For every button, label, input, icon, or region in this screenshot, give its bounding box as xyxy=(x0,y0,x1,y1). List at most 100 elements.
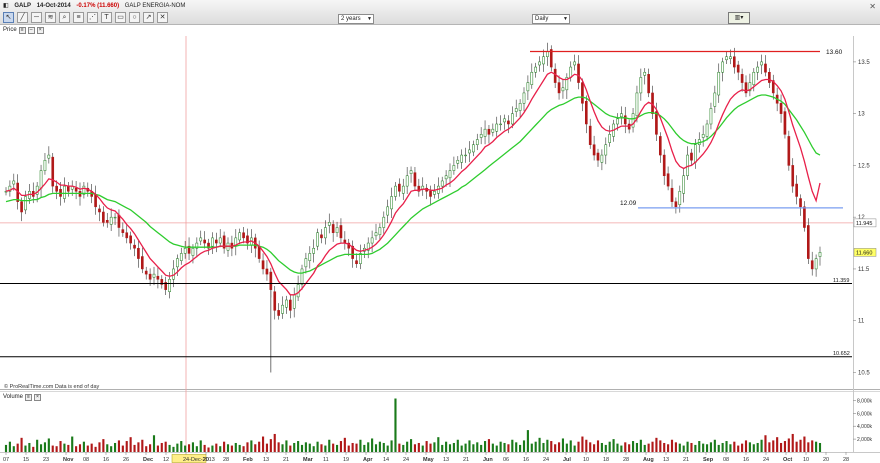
volume-bar xyxy=(616,443,619,452)
volume-axis: 2,000k 4,000k 6,000k 8,000k xyxy=(853,398,873,443)
interval-select[interactable]: Daily ▼ xyxy=(532,14,570,24)
period-select[interactable]: 2 years ▼ xyxy=(338,14,374,24)
volume-bar xyxy=(779,442,783,452)
volume-bar xyxy=(374,444,378,452)
volume-bar xyxy=(180,441,183,452)
candle xyxy=(195,242,199,249)
volume-panel-label: Volume ≡ × xyxy=(3,393,42,402)
volume-bar xyxy=(647,443,650,452)
candle xyxy=(818,252,822,257)
volume-bar xyxy=(324,445,327,452)
candle xyxy=(98,208,101,213)
candle xyxy=(238,232,242,241)
price-chart[interactable]: 13.6012.0911.35910.652 10.51111.51212.51… xyxy=(0,0,880,463)
candle xyxy=(522,92,526,104)
volume-bar xyxy=(141,439,144,452)
volume-bar xyxy=(355,443,358,452)
gann-tool-icon[interactable]: ⋰ xyxy=(87,12,98,23)
candle xyxy=(160,279,164,285)
x-tick-label: 16 xyxy=(743,457,749,463)
candle xyxy=(549,49,553,68)
line-tool-icon[interactable]: ╱ xyxy=(17,12,28,23)
x-tick-label: 24-Dec-2013 xyxy=(183,457,215,463)
volume-bar xyxy=(347,445,350,452)
volume-bar xyxy=(312,446,315,452)
candle xyxy=(530,71,534,85)
text-tool-icon[interactable]: T xyxy=(101,12,112,23)
y-tick-label: 13.5 xyxy=(858,60,870,66)
candle xyxy=(483,128,487,137)
candle xyxy=(573,61,576,66)
volume-bar xyxy=(756,442,759,452)
candle xyxy=(783,111,787,135)
volume-bar xyxy=(526,430,529,452)
volume-bar xyxy=(569,440,572,452)
arrow-tool-icon[interactable]: ↗ xyxy=(143,12,154,23)
candle xyxy=(253,237,257,249)
volume-bar xyxy=(554,444,557,452)
candle xyxy=(59,188,62,197)
candle xyxy=(460,154,464,163)
candle xyxy=(701,134,705,138)
ellipse-tool-icon[interactable]: ○ xyxy=(129,12,140,23)
volume-bar xyxy=(495,445,498,452)
candle xyxy=(744,82,748,94)
candle xyxy=(129,235,132,244)
settings-icon[interactable]: ≡ xyxy=(25,394,33,401)
price-change: -0.17% (11.660) xyxy=(76,3,120,9)
volume-bar xyxy=(199,440,202,452)
volume-bar xyxy=(733,441,736,452)
volume-bar xyxy=(764,435,767,452)
volume-bar xyxy=(316,441,319,452)
y-tick-label: 11.5 xyxy=(858,267,870,273)
zoom-tool-icon[interactable]: ⌕ xyxy=(59,12,70,23)
minimize-icon[interactable]: – xyxy=(27,27,35,34)
candle xyxy=(787,136,791,166)
candle xyxy=(164,282,168,290)
candle xyxy=(795,183,798,197)
candle xyxy=(736,64,740,73)
volume-bar xyxy=(320,444,323,452)
candle xyxy=(31,191,35,197)
pointer-tool-icon[interactable]: ↖ xyxy=(3,12,14,23)
candle xyxy=(405,175,409,187)
x-tick-label: 06 xyxy=(503,457,509,463)
candle xyxy=(666,173,670,187)
candle xyxy=(635,92,639,116)
candle xyxy=(503,118,506,123)
volume-bar xyxy=(460,445,463,452)
volume-bar xyxy=(16,443,19,452)
volume-bar xyxy=(390,440,393,452)
volume-bar xyxy=(203,444,206,452)
fibonacci-tool-icon[interactable]: ≡ xyxy=(73,12,84,23)
chart-type-icon[interactable]: ▥▾ xyxy=(728,12,750,24)
volume-bar xyxy=(71,436,74,452)
candle xyxy=(658,136,662,156)
rectangle-tool-icon[interactable]: ▭ xyxy=(115,12,126,23)
volume-bar xyxy=(351,442,354,452)
candle xyxy=(78,191,82,197)
close-icon[interactable]: × xyxy=(36,27,44,34)
candle xyxy=(662,154,666,177)
hline-tool-icon[interactable]: ─ xyxy=(31,12,42,23)
candle xyxy=(487,128,491,135)
candle xyxy=(86,187,90,192)
close-icon[interactable]: × xyxy=(34,394,42,401)
delete-tool-icon[interactable]: ✕ xyxy=(157,12,168,23)
volume-bar xyxy=(226,444,230,452)
candle xyxy=(623,115,627,125)
volume-bar xyxy=(386,445,389,452)
x-tick-label: Dec xyxy=(143,457,153,463)
volume-bar xyxy=(409,439,413,452)
close-icon[interactable]: ✕ xyxy=(869,2,876,11)
volume-bar xyxy=(546,439,549,452)
candle xyxy=(740,74,744,83)
settings-icon[interactable]: ≡ xyxy=(18,27,26,34)
x-tick-label: 19 xyxy=(343,457,349,463)
channel-tool-icon[interactable]: ≋ xyxy=(45,12,56,23)
candle xyxy=(257,245,261,259)
candle xyxy=(472,144,475,153)
volume-bar xyxy=(308,443,311,452)
instrument-name: GALP ENERGIA-NOM xyxy=(124,3,186,9)
candle xyxy=(335,227,339,233)
